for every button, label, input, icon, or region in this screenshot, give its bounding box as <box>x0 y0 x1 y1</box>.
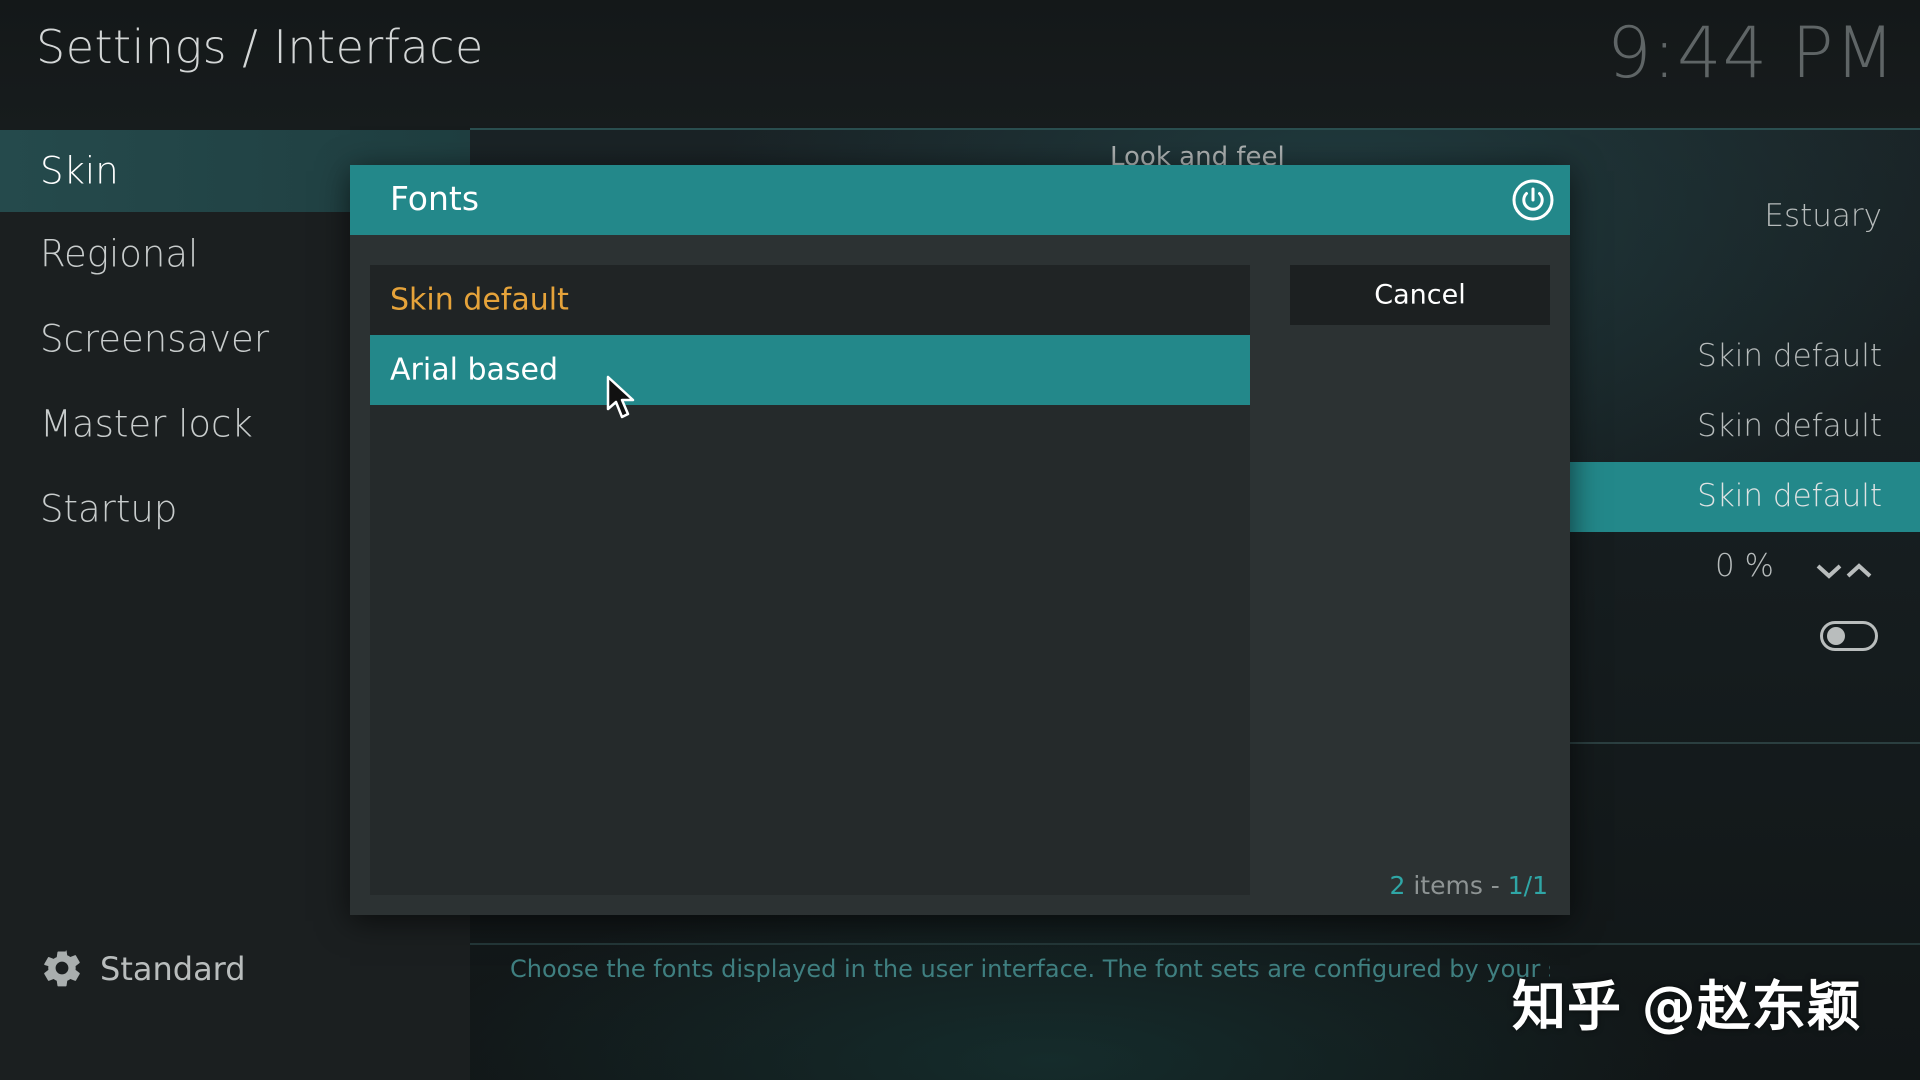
clock: 9:44 PM <box>1606 12 1896 94</box>
sidebar-item-label: Regional <box>40 232 199 276</box>
dialog-title: Fonts <box>390 179 480 218</box>
cancel-button[interactable]: Cancel <box>1290 265 1550 325</box>
sidebar-item-label: Screensaver <box>40 317 270 361</box>
sidebar-item-label: Skin <box>40 149 119 193</box>
toggle-knob <box>1827 627 1845 645</box>
list-item-label: Arial based <box>390 352 559 388</box>
font-options-list: Skin default Arial based <box>370 265 1250 895</box>
item-count: 2 items - 1/1 <box>1389 871 1548 900</box>
mouse-cursor-icon <box>606 375 635 419</box>
fonts-dialog: Fonts Skin default Arial based Cancel 2 … <box>350 165 1570 915</box>
power-icon[interactable] <box>1510 177 1556 223</box>
setting-value-zoom: 0 % <box>1714 548 1774 584</box>
gear-icon <box>44 950 80 987</box>
chevron-down-icon[interactable] <box>1816 564 1842 579</box>
sidebar-item-label: Startup <box>40 487 178 531</box>
breadcrumb: Settings / Interface <box>36 20 484 74</box>
dialog-header: Fonts <box>350 165 1570 235</box>
list-item-label: Skin default <box>390 282 569 318</box>
setting-value-skin[interactable]: Estuary <box>1764 198 1882 234</box>
list-item-arial-based[interactable]: Arial based <box>370 335 1250 419</box>
page-indicator: 1/1 <box>1507 871 1548 900</box>
right-divider <box>1570 742 1920 744</box>
settings-level-label: Standard <box>100 950 246 988</box>
setting-value[interactable]: Skin default <box>1697 338 1882 374</box>
setting-value[interactable]: Skin default <box>1697 408 1882 444</box>
setting-description: Choose the fonts displayed in the user i… <box>510 955 1550 983</box>
cancel-button-label: Cancel <box>1374 279 1466 311</box>
sidebar-item-label: Master lock <box>40 402 253 446</box>
zoom-spinner[interactable] <box>1812 558 1882 584</box>
setting-value-fonts[interactable]: Skin default <box>1697 478 1882 514</box>
header-divider <box>470 128 1920 130</box>
item-count-label: items - <box>1405 871 1508 900</box>
watermark: 知乎 @赵东颖 <box>1512 975 1862 1038</box>
item-count-number: 2 <box>1389 871 1406 900</box>
setting-toggle[interactable] <box>1820 621 1878 651</box>
list-item-skin-default[interactable]: Skin default <box>370 265 1250 335</box>
footer-divider <box>470 943 1920 945</box>
chevron-up-icon[interactable] <box>1846 563 1872 578</box>
